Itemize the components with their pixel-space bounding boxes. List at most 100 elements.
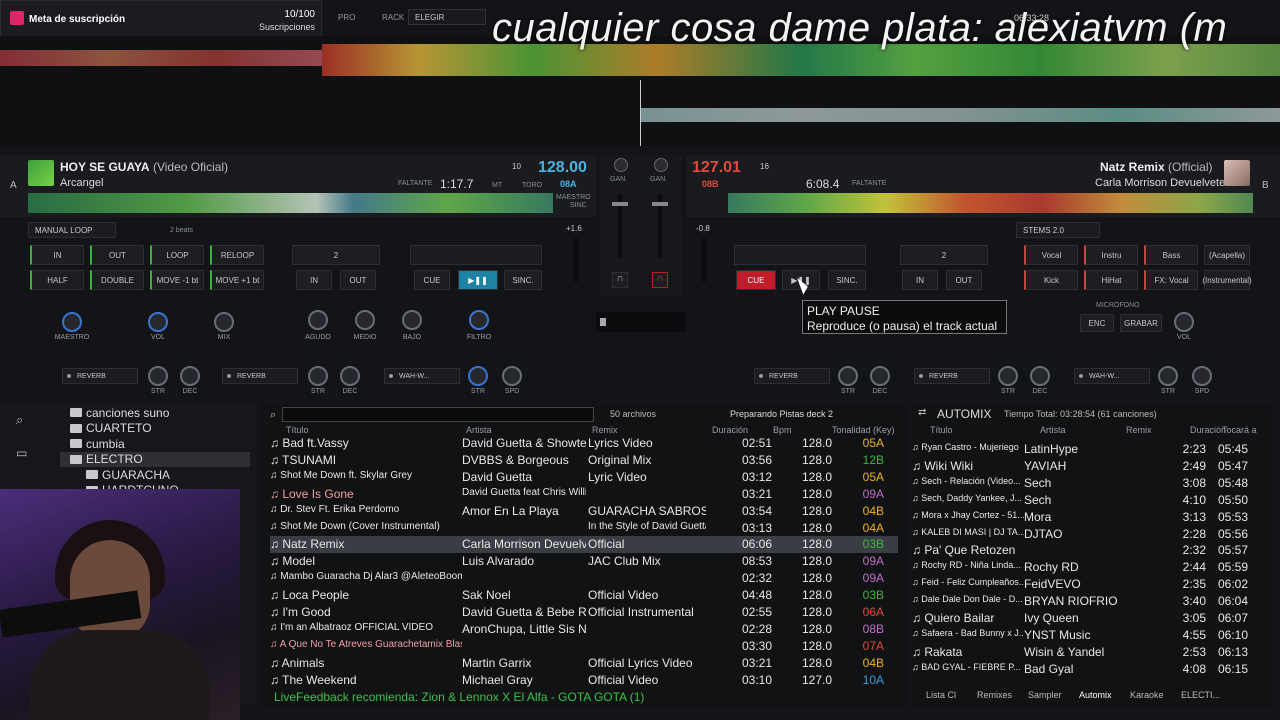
fx-knob[interactable] xyxy=(838,366,858,386)
maestro-knob[interactable] xyxy=(62,312,82,332)
crossfader-handle[interactable] xyxy=(600,318,606,326)
automix-row[interactable]: ♫ Mora x Jhay Cortez - 51... Mora 3:13 05:5… xyxy=(912,509,1262,526)
deck-right-cue-button[interactable]: CUE xyxy=(736,270,776,290)
stem-instrumental-button[interactable]: (Instrumental) xyxy=(1202,270,1252,290)
automix-row[interactable]: ♫ Quiero Bailar Ivy Queen 3:05 06:07 xyxy=(912,610,1262,627)
loop-length-control[interactable]: 2 xyxy=(292,245,380,265)
automix-row[interactable]: ♫ KALEB DI MASI | DJ TA... DJTAO 2:28 05:56 xyxy=(912,526,1262,543)
stem-bass-button[interactable]: Bass xyxy=(1144,245,1198,265)
automix-row[interactable]: ♫ Pa' Que Retozen 2:32 05:57 xyxy=(912,542,1262,559)
browser-search-input[interactable] xyxy=(282,407,594,422)
bass-knob[interactable] xyxy=(402,310,422,330)
automix-row[interactable]: ♫ BAD GYAL - FIEBRE P... Bad Gyal 4:08 06:1… xyxy=(912,661,1262,678)
search-icon[interactable]: ⌕ xyxy=(16,412,23,428)
track-row[interactable]: ♫ Model Luis Alvarado JAC Club Mix 08:53 128… xyxy=(270,553,898,570)
col-duration[interactable]: Duración xyxy=(712,425,748,435)
automix-row[interactable]: ♫ Dale Dale Don Dale - D... BRYAN RIOFRIO… xyxy=(912,593,1262,610)
stem-vocal-button[interactable]: Vocal xyxy=(1024,245,1078,265)
fx-select[interactable]: REVERB xyxy=(62,368,138,384)
deck-left-sync-button[interactable]: SINC. xyxy=(504,270,542,290)
deck-left-waveform[interactable] xyxy=(28,193,553,213)
stem-instru-button[interactable]: Instru xyxy=(1084,245,1138,265)
deck-left-play-pause-button[interactable]: ▶❚❚ xyxy=(458,270,498,290)
headphones-left-icon[interactable]: ∩ xyxy=(612,272,628,288)
loop-half-button[interactable]: HALF xyxy=(30,270,84,290)
track-row[interactable]: ♫ Natz Remix Carla Morrison DevuelveteOff… xyxy=(270,536,898,554)
bottom-tab[interactable]: Sampler xyxy=(1028,690,1062,700)
move-back-button[interactable]: MOVE -1 bt xyxy=(150,270,204,290)
deck-left-cue-button[interactable]: CUE xyxy=(414,270,450,290)
track-row[interactable]: ♫ Bad ft.Vassy David Guetta & Showtek Lyri… xyxy=(270,435,898,452)
deck-right-waveform[interactable] xyxy=(728,193,1253,213)
deck-left-out-button[interactable]: OUT xyxy=(340,270,376,290)
bottom-tab[interactable]: ELECTI... xyxy=(1181,690,1220,700)
track-row[interactable]: ♫ I'm an Albatraoz OFFICIAL VIDEO AronChu… xyxy=(270,621,898,638)
automix-row[interactable]: ♫ Wiki Wiki YAVIAH 2:49 05:47 xyxy=(912,458,1262,475)
track-row[interactable]: ♫ Shot Me Down (Cover Instrumental) In th… xyxy=(270,520,898,537)
automix-col-remix[interactable]: Remix xyxy=(1126,425,1152,435)
bottom-tab[interactable]: Automix xyxy=(1079,690,1112,700)
crossfader[interactable] xyxy=(596,312,686,332)
track-row[interactable]: ♫ Animals Martin Garrix Official Lyrics Vi… xyxy=(270,655,898,672)
col-bpm[interactable]: Bpm xyxy=(773,425,792,435)
fx-select[interactable]: REVERB xyxy=(754,368,830,384)
bottom-tab[interactable]: Karaoke xyxy=(1130,690,1164,700)
track-row[interactable]: ♫ Mambo Guaracha Dj Alar3 @AleteoBoom Gu… xyxy=(270,570,898,587)
deck-left-pitch-slider[interactable] xyxy=(574,238,578,282)
mic-enc-button[interactable]: ENC xyxy=(1080,314,1114,332)
fx-select[interactable]: REVERB xyxy=(222,368,298,384)
loop-in-button[interactable]: IN xyxy=(30,245,84,265)
track-row[interactable]: ♫ The Weekend Michael Gray Official Video 0… xyxy=(270,672,898,689)
automix-row[interactable]: ♫ Sech, Daddy Yankee, J... Sech 4:10 05:50 xyxy=(912,492,1262,509)
deck-right-in-button[interactable]: IN xyxy=(902,270,938,290)
gain-left-knob[interactable] xyxy=(614,158,628,172)
automix-row[interactable]: ♫ Sech - Relación (Video... Sech 3:08 05:48 xyxy=(912,475,1262,492)
automix-col-plays-at[interactable]: Tocará a xyxy=(1222,425,1257,435)
folder-tree-item[interactable]: CUARTETO xyxy=(60,421,250,437)
track-row[interactable]: ♫ TSUNAMI DVBBS & Borgeous Original Mix 03:… xyxy=(270,452,898,469)
stems-select[interactable]: STEMS 2.0 xyxy=(1016,222,1100,238)
loop-length-control-right[interactable]: 2 xyxy=(900,245,988,265)
reloop-button[interactable]: RELOOP xyxy=(210,245,264,265)
deck-left-in-button[interactable]: IN xyxy=(296,270,332,290)
automix-col-duration[interactable]: Duración xyxy=(1190,425,1226,435)
col-artist[interactable]: Artista xyxy=(466,425,492,435)
track-row[interactable]: ♫ Loca People Sak Noel Official Video 04:48… xyxy=(270,587,898,604)
stem-acapella-button[interactable]: (Acapella) xyxy=(1204,245,1250,265)
loop-out-button[interactable]: OUT xyxy=(90,245,144,265)
filter-knob[interactable] xyxy=(469,310,489,330)
mic-record-button[interactable]: GRABAR xyxy=(1120,314,1162,332)
loop-mode-select[interactable]: MANUAL LOOP xyxy=(28,222,116,238)
fx-knob[interactable] xyxy=(1158,366,1178,386)
col-key[interactable]: Tonalidad (Key) xyxy=(832,425,895,435)
fx-knob[interactable] xyxy=(340,366,360,386)
deck-right-pitch-slider[interactable] xyxy=(702,238,706,282)
bottom-tab[interactable]: Lista Cl xyxy=(926,690,956,700)
folder-tree-item[interactable]: canciones suno xyxy=(60,405,250,421)
fx-select[interactable]: WAH-W... xyxy=(384,368,460,384)
folder-tree-item[interactable]: ELECTRO xyxy=(60,451,250,467)
fx-knob[interactable] xyxy=(502,366,522,386)
col-title[interactable]: Título xyxy=(286,425,309,435)
fx-knob[interactable] xyxy=(1030,366,1050,386)
loop-double-button[interactable]: DOUBLE xyxy=(90,270,144,290)
fx-knob[interactable] xyxy=(1192,366,1212,386)
track-row[interactable]: ♫ Love Is Gone David Guetta feat Chris Wi… xyxy=(270,486,898,503)
fader-handle[interactable] xyxy=(652,202,668,206)
fx-knob[interactable] xyxy=(148,366,168,386)
automix-row[interactable]: ♫ Ryan Castro - Mujeriego LatinHype 2:23 05… xyxy=(912,441,1262,458)
track-row[interactable]: ♫ A Que No Te Atreves Guarachetamix Blas… xyxy=(270,638,898,655)
fx-knob[interactable] xyxy=(180,366,200,386)
deck-right-transport-controls[interactable] xyxy=(734,245,866,265)
automix-col-title[interactable]: Título xyxy=(930,425,953,435)
gain-right-knob[interactable] xyxy=(654,158,668,172)
loop-button[interactable]: LOOP xyxy=(150,245,204,265)
stem-fx-vocal-button[interactable]: FX: Vocal xyxy=(1144,270,1198,290)
move-forward-button[interactable]: MOVE +1 bt xyxy=(210,270,264,290)
deck-right-sync-button[interactable]: SINC. xyxy=(828,270,866,290)
track-row[interactable]: ♫ I'm Good David Guetta & Bebe RexhaOffic… xyxy=(270,604,898,621)
track-row[interactable]: ♫ Shot Me Down ft. Skylar Grey David Guet… xyxy=(270,469,898,486)
col-remix[interactable]: Remix xyxy=(592,425,618,435)
folder-icon[interactable]: ▭ xyxy=(16,446,27,460)
stem-kick-button[interactable]: Kick xyxy=(1024,270,1078,290)
